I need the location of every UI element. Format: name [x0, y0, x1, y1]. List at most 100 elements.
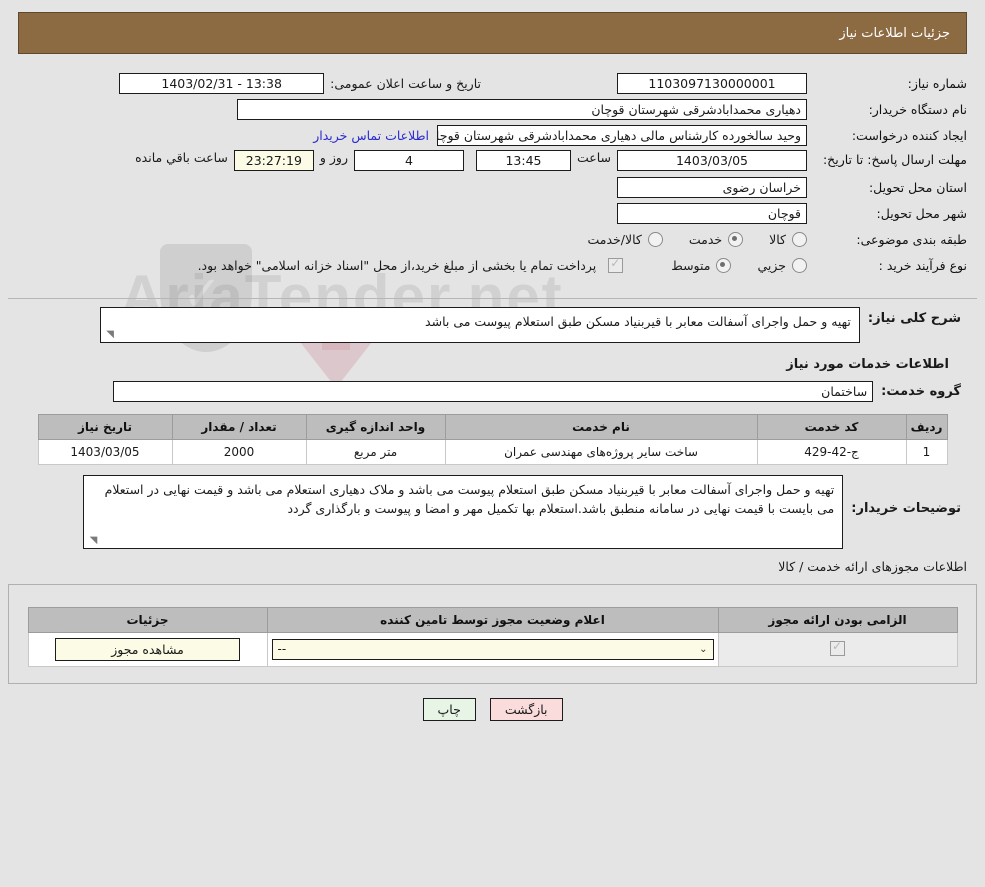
buyer-notes-label: توضیحات خریدار:: [851, 501, 961, 516]
permits-section-title: اطلاعات مجوزهای ارائه خدمت / کالا: [778, 559, 967, 574]
deadline-hour-value: 13:45: [475, 150, 571, 171]
cell-unit: متر مربع: [305, 439, 446, 465]
cell-name: ساخت سایر پروژه‌های مهندسی عمران: [444, 439, 758, 465]
need-info-panel: شماره نیاز: 1103097130000001 تاریخ و ساع…: [8, 62, 977, 288]
resize-grip-icon-notes[interactable]: ◥: [87, 536, 98, 546]
need-number-label: شماره نیاز:: [907, 75, 967, 91]
th-index: ردیف: [905, 414, 948, 440]
general-description-box[interactable]: تهیه و حمل واجرای آسفالت معابر با قیربنی…: [99, 307, 860, 343]
permits-table-header-row: الزامی بودن ارائه مجوز اعلام وضعیت مجوز …: [27, 607, 958, 633]
th-quantity: تعداد / مقدار: [171, 414, 307, 440]
permit-required-checkbox: [830, 639, 845, 656]
general-description-value: تهیه و حمل واجرای آسفالت معابر با قیربنی…: [425, 314, 851, 329]
page-header: جزئیات اطلاعات نیاز: [18, 12, 967, 54]
th-permit-status: اعلام وضعیت مجوز توسط تامین کننده: [266, 607, 719, 633]
back-button[interactable]: بازگشت: [489, 698, 563, 721]
radio-icon-jozee[interactable]: [792, 257, 807, 273]
announce-value: 1403/02/31 - 13:38: [119, 72, 325, 94]
buyer-org-value: دهیاری محمدابادشرقی شهرستان قوچان: [237, 98, 807, 120]
cell-permit-status: ⌄ --: [266, 632, 719, 667]
row-buyer-org: نام دستگاه خریدار: دهیاری محمدابادشرقی ش…: [18, 98, 967, 120]
services-section-title: اطلاعات خدمات مورد نیاز: [786, 357, 949, 372]
radio-icon-kala-khedmat[interactable]: [647, 231, 663, 247]
buyer-notes-row: توضیحات خریدار: تهیه و حمل واجرای آسفالت…: [18, 475, 967, 549]
category-option-kala[interactable]: کالا: [769, 231, 807, 247]
creator-value: وحید سالخورده کارشناس مالی دهیاری محمداب…: [437, 124, 807, 146]
province-label: استان محل تحویل:: [868, 179, 967, 195]
services-table: ردیف کد خدمت نام خدمت واحد اندازه گیری ت…: [37, 414, 948, 465]
cell-permit-required: [717, 632, 958, 667]
row-process-type: نوع فرآیند خرید : جزیي متوسط پرداخت تمام…: [18, 254, 967, 276]
category-option-khedmat[interactable]: خدمت: [688, 231, 744, 247]
row-need-number: شماره نیاز: 1103097130000001 تاریخ و ساع…: [18, 72, 967, 94]
row-service-group: گروه خدمت: ساختمان: [18, 380, 967, 402]
cell-permit-details: مشاهده مجوز: [27, 632, 268, 667]
page-title: جزئیات اطلاعات نیاز: [839, 25, 950, 41]
general-description-row: شرح کلی نیاز: تهیه و حمل واجرای آسفالت م…: [18, 307, 967, 343]
category-label-kala-khedmat: کالا/خدمت: [587, 231, 642, 247]
remaining-label: ساعت باقي مانده: [135, 150, 228, 165]
need-number-value: 1103097130000001: [617, 72, 807, 94]
row-category: طبقه بندی موضوعی: کالا خدمت کالا/خدمت: [18, 228, 967, 250]
table-row: ⌄ -- مشاهده مجوز: [27, 632, 958, 667]
treasury-note: پرداخت تمام یا بخشی از مبلغ خرید،از محل …: [197, 257, 597, 273]
buyer-contact-link[interactable]: اطلاعات تماس خریدار: [305, 128, 437, 143]
hour-label: ساعت: [576, 150, 611, 165]
row-creator: ایجاد کننده درخواست: وحید سالخورده کارشن…: [18, 124, 967, 146]
process-option-motavaset[interactable]: متوسط: [671, 257, 732, 273]
radio-icon-khedmat[interactable]: [728, 231, 744, 247]
service-group-label: گروه خدمت:: [881, 383, 961, 399]
deadline-date-value: 1403/03/05: [617, 150, 807, 171]
category-option-kala-khedmat[interactable]: کالا/خدمت: [587, 231, 663, 247]
city-value: قوچان: [617, 202, 807, 224]
process-option-jozee[interactable]: جزیي: [757, 257, 807, 273]
buyer-org-label: نام دستگاه خریدار:: [868, 101, 967, 117]
row-deadline: مهلت ارسال پاسخ: تا تاریخ: 1403/03/05 سا…: [18, 150, 967, 172]
city-label: شهر محل تحویل:: [876, 205, 967, 221]
cell-code: ج-42-429: [756, 439, 907, 465]
resize-grip-icon[interactable]: ◥: [104, 330, 114, 340]
deadline-label: مهلت ارسال پاسخ: تا تاریخ:: [822, 152, 967, 167]
treasury-checkbox[interactable]: [608, 256, 624, 273]
divider-after-info: [8, 298, 977, 299]
chevron-down-icon: ⌄: [699, 644, 708, 655]
general-description-label: شرح کلی نیاز:: [867, 311, 961, 326]
general-description-section: شرح کلی نیاز: تهیه و حمل واجرای آسفالت م…: [8, 307, 977, 549]
province-value: خراسان رضوی: [617, 176, 807, 198]
table-row: 1 ج-42-429 ساخت سایر پروژه‌های مهندسی عم…: [37, 439, 948, 465]
buyer-notes-value: تهیه و حمل واجرای آسفالت معابر با قیربنی…: [104, 482, 835, 517]
th-code: کد خدمت: [756, 414, 907, 440]
view-permit-button[interactable]: مشاهده مجوز: [55, 638, 240, 661]
radio-icon-motavaset[interactable]: [716, 257, 732, 273]
row-city: شهر محل تحویل: قوچان: [18, 202, 967, 224]
announce-label: تاریخ و ساعت اعلان عمومی:: [330, 75, 481, 91]
cell-index: 1: [905, 439, 948, 465]
countdown-value: 23:27:19: [233, 150, 314, 171]
permits-table: الزامی بودن ارائه مجوز اعلام وضعیت مجوز …: [27, 607, 958, 667]
days-label: روز و: [319, 150, 348, 165]
category-label-kala: کالا: [769, 231, 786, 247]
permit-status-value: --: [277, 642, 287, 656]
services-table-header-row: ردیف کد خدمت نام خدمت واحد اندازه گیری ت…: [37, 414, 948, 440]
category-label: طبقه بندی موضوعی:: [856, 231, 967, 247]
print-button[interactable]: چاپ: [422, 698, 476, 721]
footer-buttons: بازگشت چاپ: [0, 698, 985, 721]
th-name: نام خدمت: [444, 414, 758, 440]
th-unit: واحد اندازه گیری: [305, 414, 446, 440]
permits-panel: الزامی بودن ارائه مجوز اعلام وضعیت مجوز …: [8, 584, 977, 684]
cell-quantity: 2000: [171, 439, 307, 465]
th-permit-required: الزامی بودن ارائه مجوز: [717, 607, 958, 633]
process-label-motavaset: متوسط: [671, 257, 711, 273]
radio-icon-kala[interactable]: [792, 231, 807, 247]
remaining-days-value: 4: [353, 150, 464, 171]
buyer-notes-box[interactable]: تهیه و حمل واجرای آسفالت معابر با قیربنی…: [83, 475, 844, 549]
creator-label: ایجاد کننده درخواست:: [851, 127, 967, 143]
th-permit-details: جزئیات: [27, 607, 268, 633]
category-label-khedmat: خدمت: [688, 231, 723, 247]
service-group-value: ساختمان: [113, 380, 874, 402]
row-province: استان محل تحویل: خراسان رضوی: [18, 176, 967, 198]
cell-date: 1403/03/05: [37, 439, 173, 465]
th-date: تاریخ نیاز: [37, 414, 173, 440]
process-label-jozee: جزیي: [757, 257, 786, 273]
permit-status-select[interactable]: ⌄ --: [271, 639, 714, 660]
